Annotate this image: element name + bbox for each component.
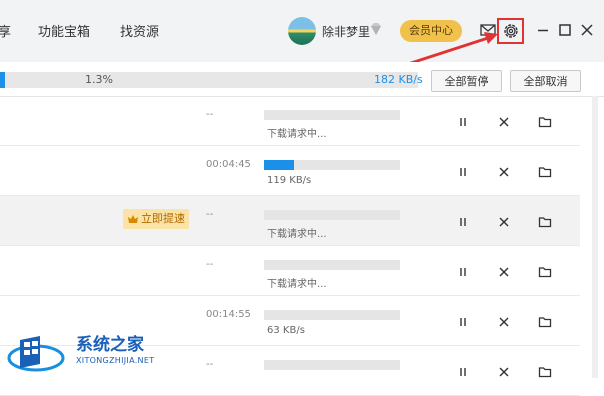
x-icon[interactable] [497, 164, 511, 178]
nav-item-toolbox[interactable]: 功能宝箱 [38, 21, 90, 40]
download-status: 63 KB/s [267, 325, 305, 336]
download-progress-bar [264, 310, 400, 320]
overall-progress-bar [0, 72, 418, 88]
download-row[interactable]: -- 下载请求中... [0, 246, 580, 296]
x-icon[interactable] [497, 114, 511, 128]
elapsed-time: -- [206, 259, 214, 270]
speed-boost-button[interactable]: 立即提速 [123, 209, 189, 229]
minimize-icon[interactable] [535, 22, 551, 38]
mail-icon[interactable] [480, 23, 496, 37]
overall-speed: 182 KB/s [374, 73, 423, 86]
gear-icon[interactable] [503, 23, 519, 39]
download-progress-bar [264, 210, 400, 220]
scrollbar[interactable] [592, 96, 598, 378]
pause-icon[interactable] [456, 314, 470, 328]
elapsed-time: -- [206, 359, 214, 370]
nav-item-share[interactable]: 享 [0, 21, 11, 40]
pause-all-button[interactable]: 全部暂停 [431, 70, 502, 92]
elapsed-time: 00:14:55 [206, 309, 251, 320]
folder-icon[interactable] [538, 264, 552, 278]
elapsed-time: -- [206, 209, 214, 220]
watermark: 系统之家 XITONGZHIJIA.NET [0, 326, 160, 378]
x-icon[interactable] [497, 264, 511, 278]
avatar[interactable] [288, 17, 316, 45]
download-row[interactable]: 00:04:45 119 KB/s [0, 146, 580, 196]
pause-icon[interactable] [456, 264, 470, 278]
maximize-icon[interactable] [557, 22, 573, 38]
elapsed-time: 00:04:45 [206, 159, 251, 170]
x-icon[interactable] [497, 314, 511, 328]
download-progress-bar [264, 160, 400, 170]
download-row[interactable]: -- 下载请求中... 立即提速 [0, 196, 580, 246]
folder-icon[interactable] [538, 214, 552, 228]
title-bar: 享 功能宝箱 找资源 除非梦里 会员中心 [0, 0, 604, 62]
username[interactable]: 除非梦里 [322, 23, 370, 40]
folder-icon[interactable] [538, 364, 552, 378]
overall-progress-percent: 1.3% [85, 73, 113, 86]
close-icon[interactable] [579, 22, 595, 38]
crown-icon [123, 212, 141, 225]
download-status: 下载请求中... [267, 279, 327, 290]
download-progress-bar [264, 110, 400, 120]
watermark-url: XITONGZHIJIA.NET [76, 356, 155, 365]
elapsed-time: -- [206, 109, 214, 120]
download-status: 119 KB/s [267, 175, 312, 186]
watermark-name: 系统之家 [76, 335, 144, 355]
diamond-icon [371, 23, 381, 35]
folder-icon[interactable] [538, 314, 552, 328]
pause-icon[interactable] [456, 114, 470, 128]
download-progress-fill [264, 160, 294, 170]
download-status: 下载请求中... [267, 229, 327, 240]
download-progress-bar [264, 360, 400, 370]
x-icon[interactable] [497, 214, 511, 228]
download-status: 下载请求中... [267, 129, 327, 140]
pause-icon[interactable] [456, 214, 470, 228]
speed-boost-label: 立即提速 [141, 212, 185, 225]
pause-icon[interactable] [456, 364, 470, 378]
folder-icon[interactable] [538, 114, 552, 128]
folder-icon[interactable] [538, 164, 552, 178]
download-progress-bar [264, 260, 400, 270]
cancel-all-button[interactable]: 全部取消 [510, 70, 581, 92]
x-icon[interactable] [497, 364, 511, 378]
nav-item-find-resources[interactable]: 找资源 [120, 21, 159, 40]
watermark-logo [7, 336, 65, 372]
pause-icon[interactable] [456, 164, 470, 178]
download-row[interactable]: -- 下载请求中... [0, 96, 580, 146]
vip-center-button[interactable]: 会员中心 [400, 20, 462, 42]
